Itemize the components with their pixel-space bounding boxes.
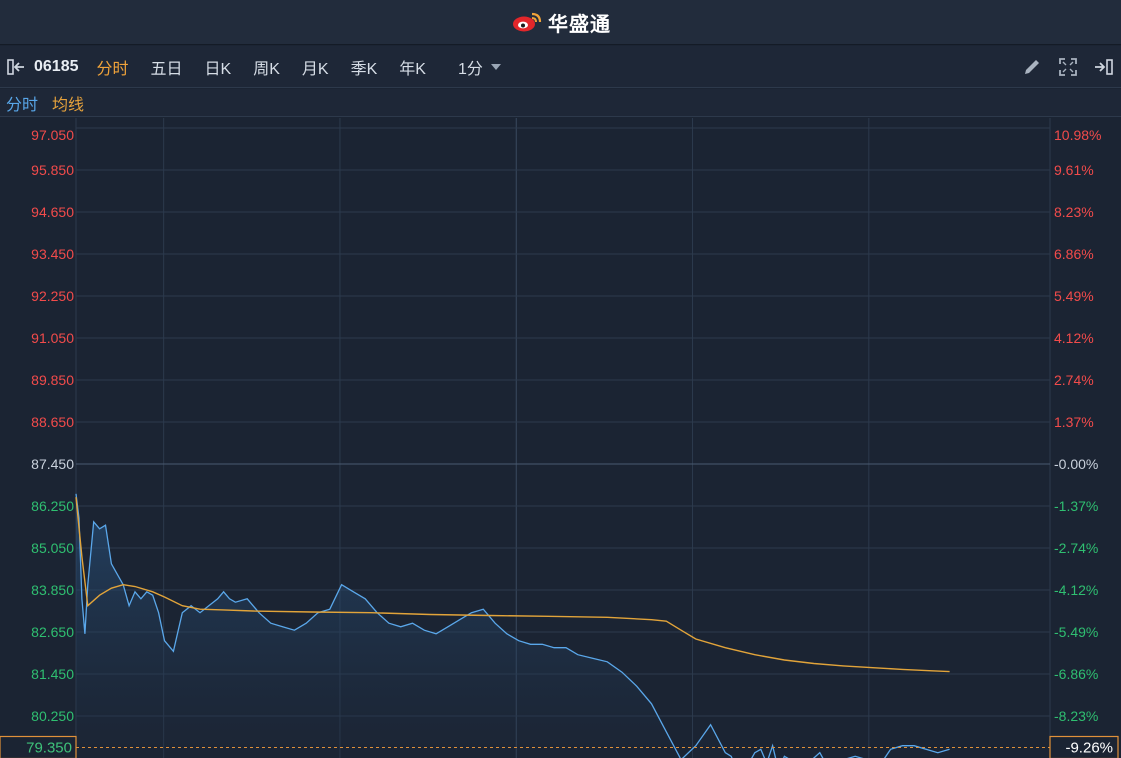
y-tick-label: 86.250 [31, 498, 74, 514]
pct-tick-label: -0.00% [1054, 456, 1098, 472]
pct-tick-label: 1.37% [1054, 414, 1094, 430]
collapse-left-icon [7, 58, 24, 75]
toolbar: 06185 分时 五日 日K 周K 月K 季K 年K 1分 [0, 46, 1121, 88]
y-tick-label: 82.650 [31, 624, 74, 640]
pct-tick-label: 9.61% [1054, 162, 1094, 178]
pct-tick-label: -6.86% [1054, 666, 1098, 682]
pct-tick-label: -2.74% [1054, 540, 1098, 556]
interval-select[interactable]: 1分 [458, 55, 501, 79]
tab-intraday[interactable]: 分时 [97, 55, 129, 79]
price-area [76, 493, 950, 758]
current-pct-label: -9.26% [1065, 740, 1113, 757]
stock-code: 06185 [34, 57, 79, 75]
legend-price: 分时 [6, 96, 39, 114]
legend-average: 均线 [52, 96, 85, 114]
y-tick-label: 87.450 [31, 456, 74, 472]
collapse-right-button[interactable] [1093, 56, 1115, 78]
tab-daily-k[interactable]: 日K [205, 55, 232, 79]
y-tick-label: 94.650 [31, 204, 74, 220]
pct-tick-label: 10.98% [1054, 127, 1101, 143]
tab-monthly-k[interactable]: 月K [302, 55, 329, 79]
tab-yearly-k[interactable]: 年K [399, 55, 426, 79]
title-bar: 华盛通 [0, 0, 1121, 45]
chart-area[interactable]: 97.050 95.850 94.650 93.450 92.250 91.050 89.8… [0, 118, 1121, 758]
pct-tick-label: -1.37% [1054, 498, 1098, 514]
series-layer [75, 493, 950, 758]
brand-logo: 华盛通 [510, 8, 611, 37]
y-tick-label: 85.050 [31, 540, 74, 556]
y-tick-label: 83.850 [31, 582, 74, 598]
y-tick-label: 89.850 [31, 372, 74, 388]
pct-tick-label: 4.12% [1054, 330, 1094, 346]
tab-quarterly-k[interactable]: 季K [351, 55, 378, 79]
draw-button[interactable] [1021, 56, 1043, 78]
y-tick-label: 91.050 [31, 330, 74, 346]
percent-axis: 10.98% 9.61% 8.23% 6.86% 5.49% 4.12% 2.74% 1.37… [1054, 127, 1101, 724]
pct-tick-label: -4.12% [1054, 582, 1098, 598]
pct-tick-label: 6.86% [1054, 246, 1094, 262]
y-tick-label: 81.450 [31, 666, 74, 682]
pct-tick-label: -8.23% [1054, 708, 1098, 724]
tab-weekly-k[interactable]: 周K [253, 55, 280, 79]
y-tick-label: 97.050 [31, 127, 74, 143]
tab-five-day[interactable]: 五日 [151, 55, 183, 79]
intraday-chart[interactable]: 97.050 95.850 94.650 93.450 92.250 91.050 89.8… [0, 118, 1121, 758]
pct-tick-label: 2.74% [1054, 372, 1094, 388]
y-tick-label: 80.250 [31, 708, 74, 724]
sina-eye-icon [513, 12, 542, 32]
y-tick-label: 92.250 [31, 288, 74, 304]
expand-icon [1059, 58, 1077, 76]
collapse-right-icon [1095, 59, 1113, 75]
toolbar-actions [1021, 46, 1121, 88]
y-tick-label: 95.850 [31, 162, 74, 178]
pencil-icon [1025, 60, 1039, 74]
chevron-down-icon [490, 63, 501, 70]
y-tick-label: 88.650 [31, 414, 74, 430]
fullscreen-button[interactable] [1057, 56, 1079, 78]
y-tick-label: 93.450 [31, 246, 74, 262]
collapse-left-button[interactable] [0, 46, 34, 88]
pct-tick-label: -5.49% [1054, 624, 1098, 640]
pct-tick-label: 8.23% [1054, 204, 1094, 220]
current-price-label: 79.350 [26, 740, 72, 757]
price-axis: 97.050 95.850 94.650 93.450 92.250 91.050 89.8… [31, 127, 74, 724]
pct-tick-label: 5.49% [1054, 288, 1094, 304]
brand-name: 华盛通 [548, 13, 611, 36]
interval-value: 1分 [457, 60, 483, 78]
legend-bar: 分时 均线 [0, 89, 1121, 117]
